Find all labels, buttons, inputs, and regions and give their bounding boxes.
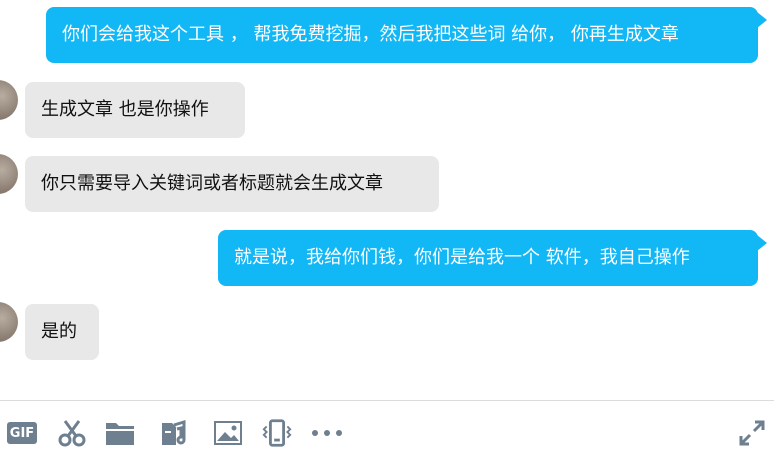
screenshot-button[interactable]	[56, 417, 88, 449]
scissors-icon	[58, 420, 86, 447]
message-bubble-incoming[interactable]: 是的	[25, 304, 99, 360]
image-icon	[214, 421, 242, 445]
message-bubble-incoming[interactable]: 生成文章 也是你操作	[25, 82, 245, 138]
chat-history: 你们会给我这个工具 ， 帮我免费挖掘，然后我把这些词 给你， 你再生成文章 生成…	[0, 0, 774, 400]
message-bubble-incoming[interactable]: 你只需要导入关键词或者标题就会生成文章	[25, 156, 439, 212]
more-icon	[312, 430, 342, 436]
gif-button[interactable]: GIF	[6, 417, 38, 449]
message-text: 你们会给我这个工具 ， 帮我免费挖掘，然后我把这些词 给你， 你再生成文章	[62, 24, 679, 45]
shake-icon	[262, 419, 292, 447]
message-text: 就是说，我给你们钱，你们是给我一个 软件，我自己操作	[234, 247, 690, 268]
message-text: 你只需要导入关键词或者标题就会生成文章	[41, 173, 383, 194]
bubble-tail	[757, 235, 767, 251]
message-bubble-outgoing[interactable]: 就是说，我给你们钱，你们是给我一个 软件，我自己操作	[218, 230, 758, 286]
bubble-tail	[757, 12, 767, 28]
music-file-icon	[162, 419, 186, 445]
message-text: 是的	[41, 321, 77, 342]
expand-button[interactable]	[736, 417, 768, 449]
more-button[interactable]	[311, 417, 343, 449]
message-bubble-outgoing[interactable]: 你们会给我这个工具 ， 帮我免费挖掘，然后我把这些词 给你， 你再生成文章	[46, 7, 758, 63]
folder-icon	[106, 423, 134, 445]
music-button[interactable]	[158, 417, 190, 449]
input-toolbar: GIF	[0, 401, 774, 467]
image-button[interactable]	[212, 417, 244, 449]
gif-label: GIF	[9, 425, 35, 441]
expand-icon	[739, 420, 765, 446]
avatar[interactable]	[0, 154, 18, 194]
avatar[interactable]	[0, 302, 18, 342]
gif-icon: GIF	[7, 422, 37, 444]
file-button[interactable]	[104, 417, 136, 449]
message-text: 生成文章 也是你操作	[41, 99, 209, 120]
avatar[interactable]	[0, 80, 18, 120]
shake-button[interactable]	[261, 417, 293, 449]
